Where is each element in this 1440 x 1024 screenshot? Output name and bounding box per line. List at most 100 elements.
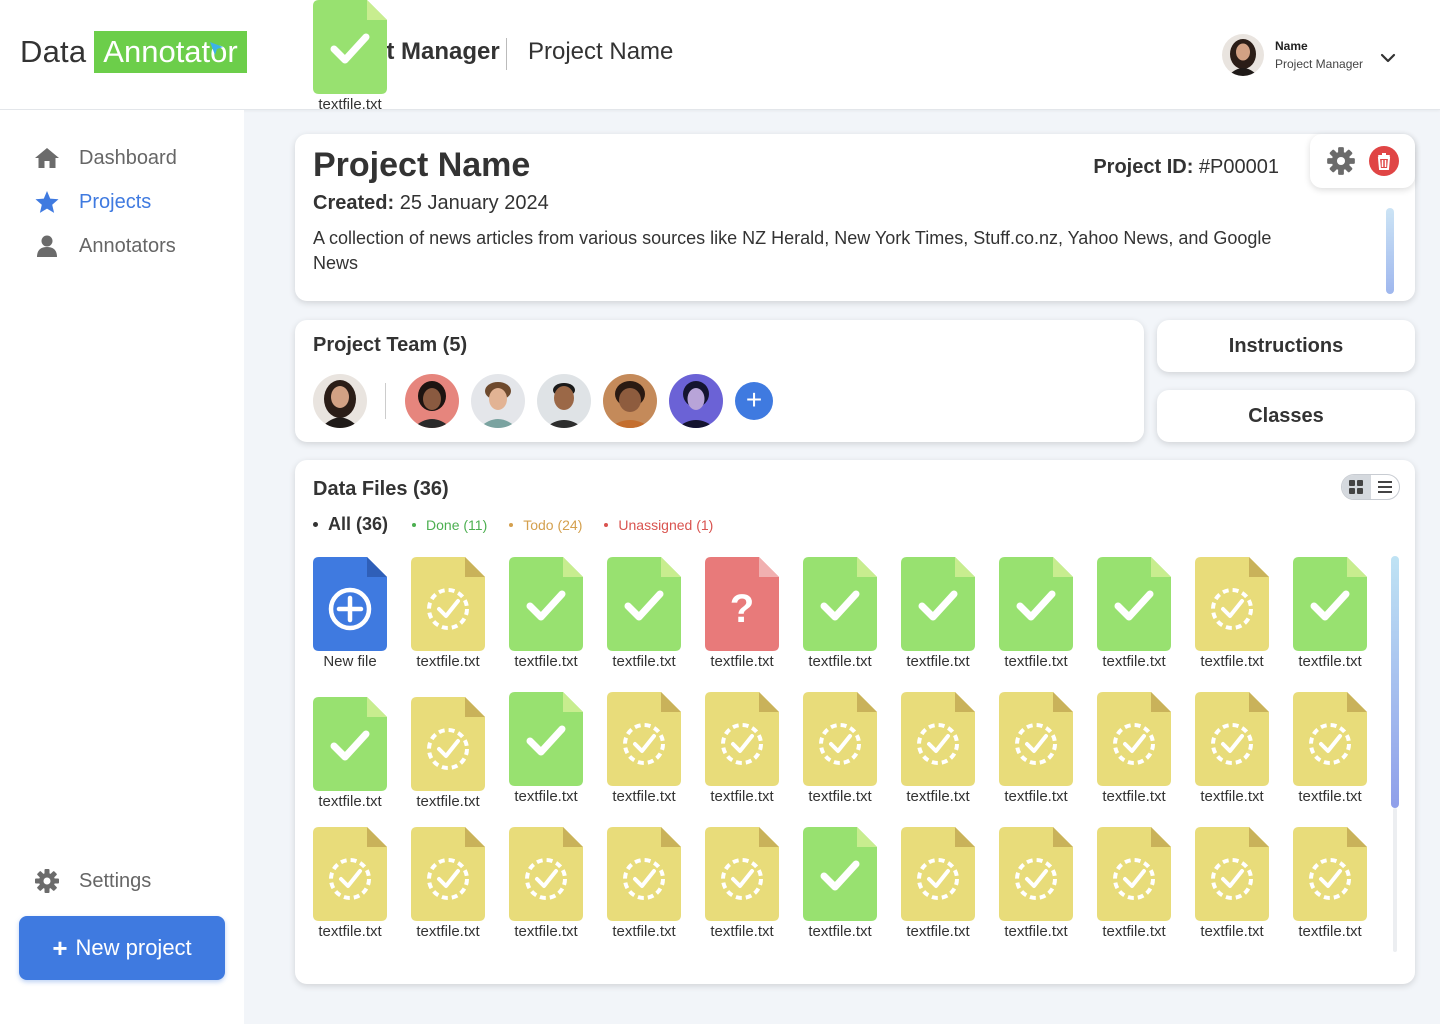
file-item[interactable]: textfile.txt [993, 557, 1079, 670]
file-item[interactable]: textfile.txt [1091, 557, 1177, 670]
file-item[interactable]: textfile.txt [797, 827, 883, 940]
file-item[interactable]: textfile.txt [699, 692, 785, 805]
file-item[interactable]: textfile.txt [797, 557, 883, 670]
file-item[interactable]: textfile.txt [699, 827, 785, 940]
file-item[interactable]: textfile.txt [1091, 692, 1177, 805]
file-item[interactable]: textfile.txt [1189, 557, 1275, 670]
file-done-icon [307, 0, 393, 94]
description-scrollbar[interactable] [1386, 208, 1394, 294]
file-item[interactable]: textfile.txt [307, 0, 393, 113]
file-item[interactable]: textfile.txt [307, 697, 393, 810]
gear-icon [35, 869, 59, 893]
files-scrollbar[interactable] [1391, 556, 1399, 808]
file-name: textfile.txt [416, 653, 480, 670]
file-item[interactable]: textfile.txt [601, 692, 687, 805]
file-done-icon [1091, 557, 1177, 651]
file-item[interactable]: textfile.txt [993, 827, 1079, 940]
file-item[interactable]: textfile.txt [503, 827, 589, 940]
file-item[interactable]: textfile.txt [601, 557, 687, 670]
sidebar-item-projects[interactable]: Projects [34, 190, 151, 214]
file-todo-icon [699, 827, 785, 921]
team-member-avatar[interactable] [537, 374, 591, 428]
file-item[interactable]: textfile.txt [895, 692, 981, 805]
file-item[interactable]: textfile.txt [307, 827, 393, 940]
file-name: textfile.txt [1102, 923, 1166, 940]
file-item[interactable]: textfile.txt [405, 827, 491, 940]
file-todo-icon [1189, 557, 1275, 651]
new-project-button[interactable]: + New project [19, 916, 225, 980]
file-done-icon [503, 557, 589, 651]
project-id-label: Project ID: [1093, 156, 1194, 178]
file-done-icon [993, 557, 1079, 651]
filter-label: Todo (24) [523, 516, 583, 533]
project-actions [1310, 134, 1415, 188]
file-item[interactable]: textfile.txt [405, 697, 491, 810]
home-icon [35, 148, 59, 168]
file-item[interactable]: textfile.txt [1287, 692, 1373, 805]
file-name: textfile.txt [514, 653, 578, 670]
team-member-avatar[interactable] [603, 374, 657, 428]
file-item[interactable]: textfile.txt [895, 557, 981, 670]
file-name: textfile.txt [808, 653, 872, 670]
classes-button[interactable]: Classes [1157, 390, 1415, 442]
file-todo-icon [1189, 692, 1275, 786]
file-item[interactable]: textfile.txt [895, 827, 981, 940]
filter-done[interactable]: Done (11) [412, 517, 487, 533]
file-todo-icon [895, 692, 981, 786]
filter-dot [313, 522, 318, 527]
file-todo-icon [503, 827, 589, 921]
file-item[interactable]: textfile.txt [1287, 557, 1373, 670]
filter-todo[interactable]: Todo (24) [509, 517, 582, 533]
add-member-button[interactable]: + [735, 382, 773, 420]
gear-icon[interactable] [1326, 146, 1356, 176]
file-item[interactable]: textfile.txt [1091, 827, 1177, 940]
chevron-down-icon[interactable] [1378, 48, 1398, 68]
team-member-avatar[interactable] [405, 374, 459, 428]
filter-unassigned[interactable]: Unassigned (1) [604, 517, 713, 533]
filter-label: Unassigned (1) [618, 516, 714, 533]
file-item[interactable]: textfile.txt [1189, 827, 1275, 940]
sidebar: Dashboard Projects Annotators Settings +… [0, 110, 244, 1024]
file-item[interactable]: textfile.txt [503, 692, 589, 805]
top-header: Data Annotator Project Manager Project N… [0, 0, 1440, 110]
file-name: textfile.txt [1004, 923, 1068, 940]
sidebar-item-annotators[interactable]: Annotators [34, 234, 176, 258]
file-todo-icon [993, 827, 1079, 921]
file-todo-icon [601, 692, 687, 786]
user-icon [37, 235, 57, 257]
file-item[interactable]: textfile.txt [797, 692, 883, 805]
file-todo-icon [405, 827, 491, 921]
sidebar-item-dashboard[interactable]: Dashboard [34, 146, 177, 170]
file-item[interactable]: textfile.txt [1287, 827, 1373, 940]
sidebar-item-settings[interactable]: Settings [34, 868, 151, 894]
filter-all[interactable]: All (36) [313, 514, 388, 535]
file-done-icon [503, 692, 589, 786]
project-id-value: #P00001 [1198, 156, 1279, 178]
file-item[interactable]: ? textfile.txt [699, 557, 785, 670]
star-icon [35, 191, 59, 213]
project-info-card: Project Name Project ID: #P00001 Created… [295, 134, 1415, 301]
file-todo-icon [1091, 692, 1177, 786]
new-file-button[interactable]: New file [307, 557, 393, 670]
file-item[interactable]: textfile.txt [405, 557, 491, 670]
file-item[interactable]: textfile.txt [601, 827, 687, 940]
grid-view-icon[interactable] [1342, 475, 1371, 499]
team-title: Project Team (5) [313, 334, 468, 356]
team-member-avatar[interactable] [471, 374, 525, 428]
file-todo-icon [1091, 827, 1177, 921]
file-item[interactable]: textfile.txt [993, 692, 1079, 805]
trash-icon[interactable] [1368, 146, 1399, 176]
cursor-icon [210, 42, 223, 55]
instructions-button[interactable]: Instructions [1157, 320, 1415, 372]
filter-label: Done (11) [426, 516, 488, 533]
team-owner-avatar[interactable] [313, 374, 367, 428]
team-member-avatar[interactable] [669, 374, 723, 428]
file-name: textfile.txt [514, 923, 578, 940]
user-menu[interactable]: Name Project Manager [1222, 34, 1363, 76]
file-name: New file [323, 653, 377, 670]
file-item[interactable]: textfile.txt [503, 557, 589, 670]
file-item[interactable]: textfile.txt [1189, 692, 1275, 805]
list-view-icon[interactable] [1371, 475, 1400, 499]
file-name: textfile.txt [906, 653, 970, 670]
file-todo-icon [699, 692, 785, 786]
